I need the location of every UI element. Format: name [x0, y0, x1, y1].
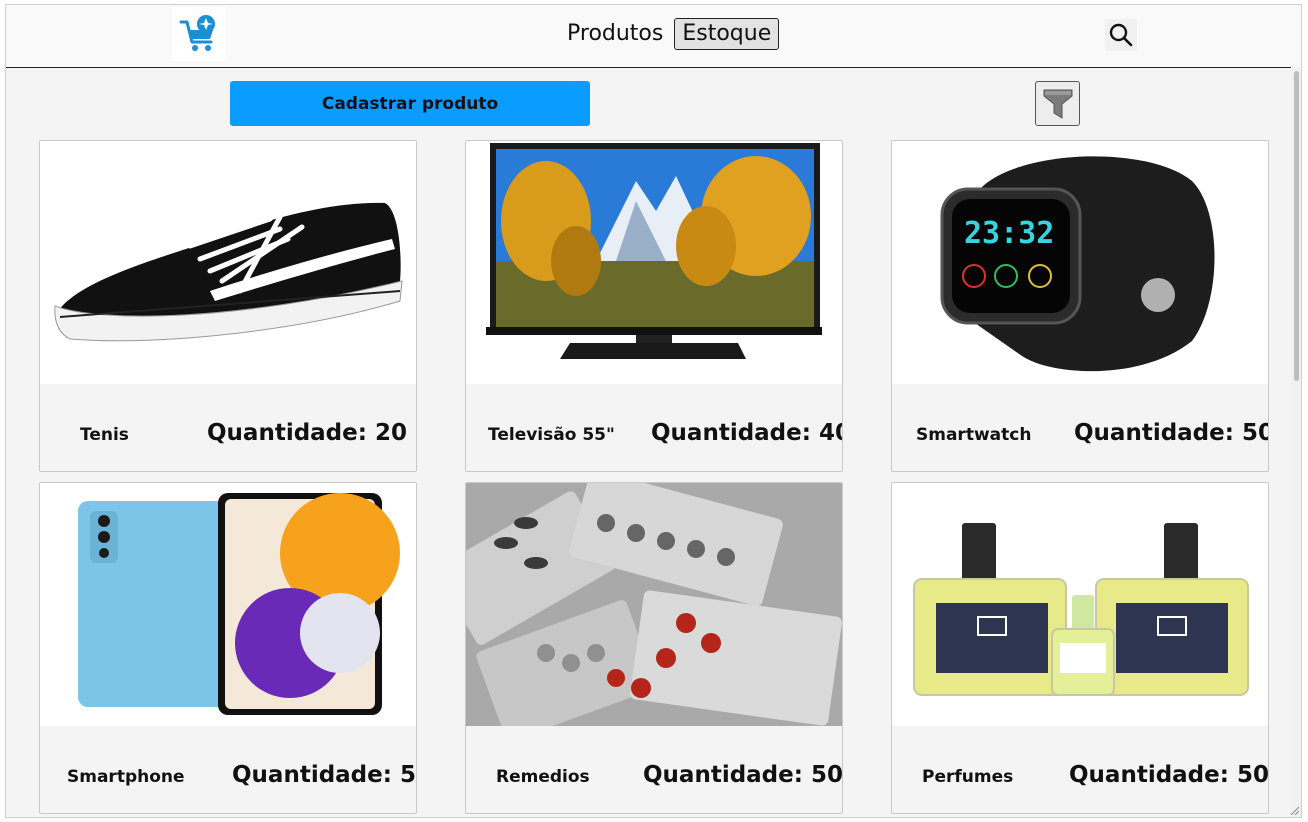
nav-estoque[interactable]: Estoque: [674, 18, 780, 50]
filter-icon: [1043, 89, 1072, 119]
resize-handle-icon[interactable]: [1289, 805, 1299, 815]
product-name: Smartphone: [67, 767, 185, 787]
product-card[interactable]: Smartphone Quantidade: 5: [39, 482, 417, 814]
product-name: Tenis: [80, 425, 129, 445]
product-card[interactable]: Perfumes Quantidade: 50: [891, 482, 1269, 814]
product-image-pills: [466, 483, 842, 726]
filter-button[interactable]: [1035, 81, 1080, 126]
product-image-television: [466, 141, 842, 384]
register-product-button[interactable]: Cadastrar produto: [230, 81, 590, 126]
product-quantity: Quantidade: 50: [1069, 762, 1269, 788]
search-icon: [1109, 23, 1133, 47]
product-image-perfumes: [892, 483, 1268, 726]
product-quantity: Quantidade: 5: [232, 762, 416, 788]
product-name: Televisão 55": [488, 425, 615, 445]
search-button[interactable]: [1105, 19, 1137, 51]
product-card[interactable]: Televisão 55" Quantidade: 40: [465, 140, 843, 472]
product-name: Remedios: [496, 767, 590, 787]
product-name: Smartwatch: [916, 425, 1032, 445]
product-name: Perfumes: [922, 767, 1014, 787]
cart-logo-icon[interactable]: [172, 7, 226, 61]
product-quantity: Quantidade: 50: [643, 762, 843, 788]
scroll-thumb[interactable]: [1294, 71, 1299, 381]
top-navigation-bar: Produtos Estoque: [6, 5, 1301, 68]
product-quantity: Quantidade: 50: [1074, 420, 1269, 446]
product-quantity: Quantidade: 20: [207, 420, 407, 446]
product-quantity: Quantidade: 40: [651, 420, 843, 446]
product-image-smartphone: [40, 483, 416, 726]
app-window: Produtos Estoque Cadastrar produto Tenis…: [5, 4, 1302, 818]
product-image-smartwatch: 23:32: [892, 141, 1268, 384]
nav-produtos[interactable]: Produtos: [564, 18, 666, 50]
svg-text:23:32: 23:32: [964, 216, 1054, 251]
product-card[interactable]: Tenis Quantidade: 20: [39, 140, 417, 472]
product-card[interactable]: 23:32 Smartwatch Quantidade: 50: [891, 140, 1269, 472]
main-nav: Produtos Estoque: [564, 18, 780, 50]
product-card[interactable]: Remedios Quantidade: 50: [465, 482, 843, 814]
scrollbar[interactable]: [1291, 67, 1301, 817]
product-image-sneaker: [40, 141, 416, 384]
